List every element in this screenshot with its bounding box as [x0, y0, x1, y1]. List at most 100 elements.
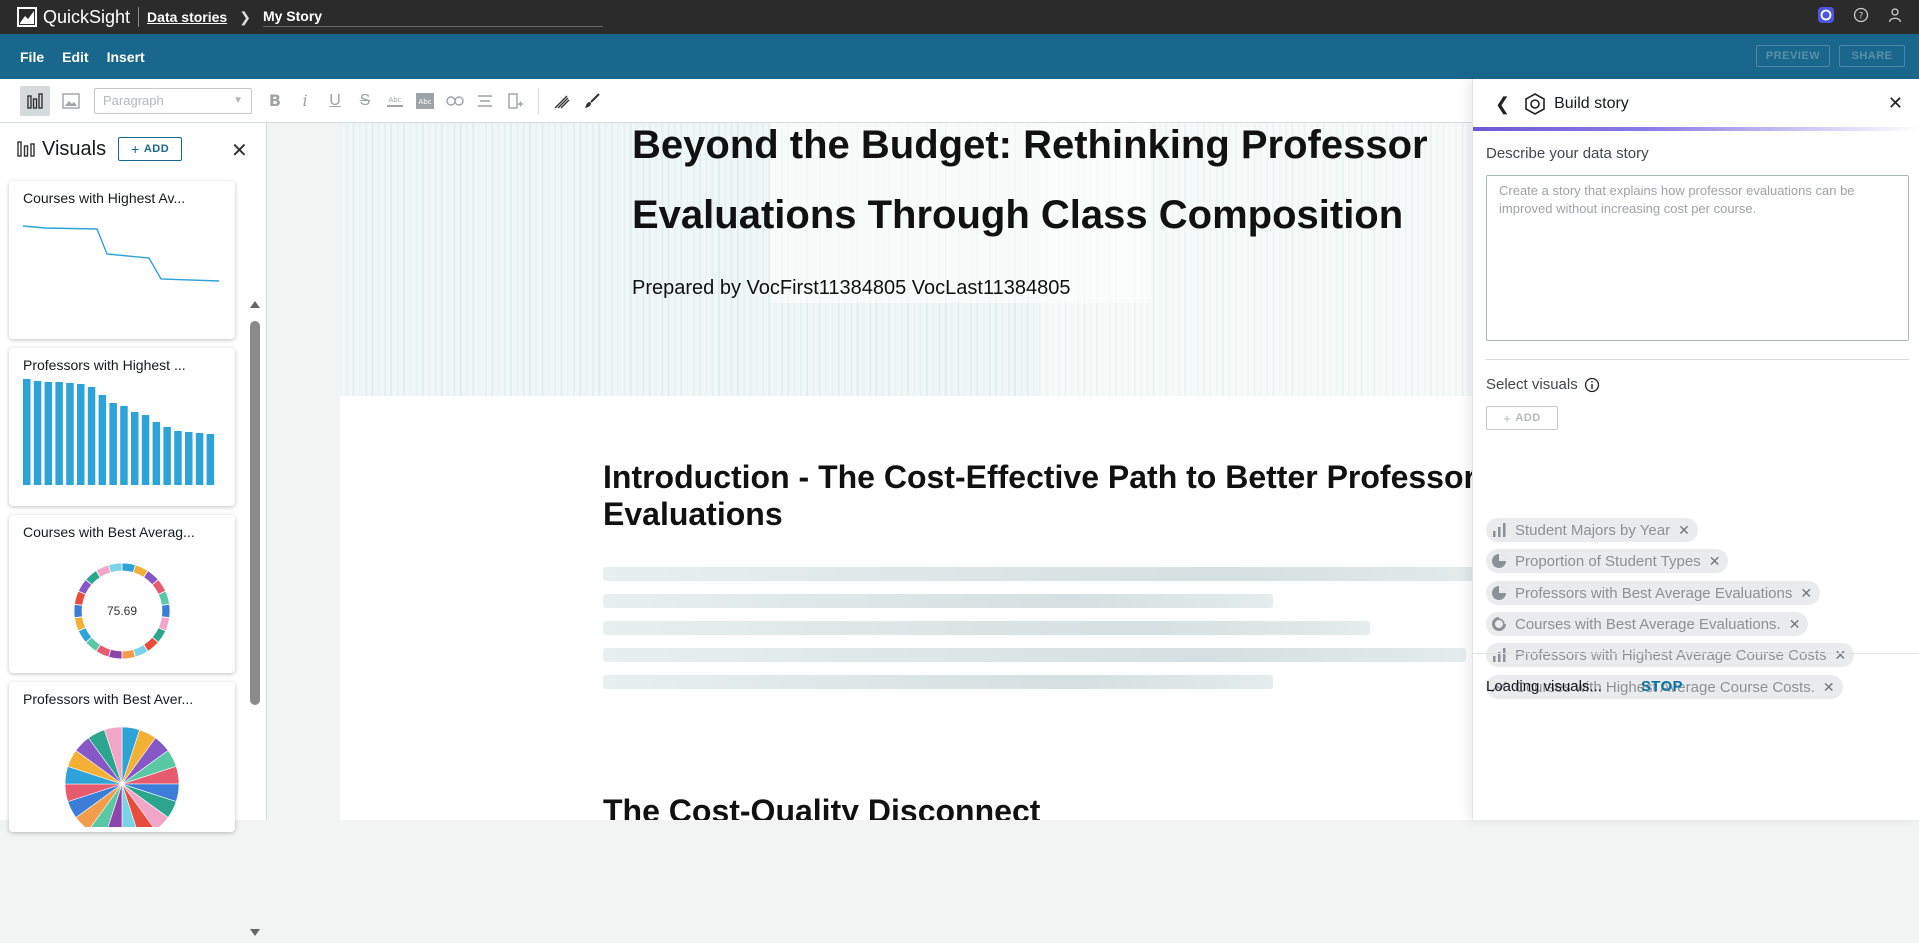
selected-visual-chip[interactable]: Professors with Highest Average Course C… — [1486, 643, 1855, 667]
underline-button[interactable]: U — [320, 86, 350, 116]
selected-visual-chip[interactable]: Professors with Best Average Evaluations… — [1486, 581, 1821, 605]
help-icon[interactable]: ? — [1853, 7, 1869, 23]
remove-chip-icon[interactable]: ✕ — [1789, 616, 1801, 633]
link-button[interactable] — [440, 86, 470, 116]
hero-stripe — [466, 123, 468, 396]
bar-chart-thumbnail — [23, 379, 215, 485]
hero-stripe — [428, 123, 431, 396]
visual-card-title: Courses with Best Averag... — [23, 524, 195, 540]
add-visuals-button[interactable]: + ADD — [1486, 406, 1558, 430]
menu-insert[interactable]: Insert — [107, 49, 145, 65]
visuals-panel: Visuals + ADD ✕ Courses with Highest Av..… — [0, 123, 267, 936]
insert-block-button[interactable] — [500, 86, 530, 116]
remove-chip-icon[interactable]: ✕ — [1709, 553, 1721, 570]
visuals-scrollbar[interactable] — [248, 299, 262, 943]
visual-card[interactable]: Courses with Highest Av... — [9, 181, 235, 339]
breadcrumb-data-stories-link[interactable]: Data stories — [147, 9, 227, 25]
theme-brush-button[interactable] — [577, 86, 607, 116]
align-button[interactable] — [470, 86, 500, 116]
hero-stripe — [491, 123, 494, 396]
close-icon[interactable]: ✕ — [1888, 93, 1903, 114]
remove-chip-icon[interactable]: ✕ — [1678, 522, 1690, 539]
quicksight-logo[interactable]: QuickSight — [17, 7, 130, 28]
remove-chip-icon[interactable]: ✕ — [1823, 679, 1835, 696]
section-heading-cost-quality[interactable]: The Cost-Quality Disconnect — [603, 793, 1040, 820]
hero-stripe — [434, 123, 437, 396]
section-heading-intro-line-1[interactable]: Introduction - The Cost-Effective Path t… — [603, 459, 1472, 496]
remove-chip-icon[interactable]: ✕ — [1800, 585, 1812, 602]
bar — [141, 415, 150, 485]
bar-chart-icon — [1493, 523, 1506, 537]
text-color-button[interactable]: Abc — [380, 86, 410, 116]
describe-label: Describe your data story — [1486, 145, 1649, 162]
stop-button[interactable]: STOP — [1641, 678, 1683, 695]
bar — [44, 382, 53, 485]
visual-card[interactable]: Courses with Best Averag... 75.69 — [9, 515, 235, 673]
bar-chart-icon — [1493, 648, 1506, 662]
donut-segment — [73, 603, 83, 619]
loading-placeholder — [603, 621, 1370, 635]
hero-stripe — [396, 123, 399, 396]
story-title-line-2[interactable]: Evaluations Through Class Composition — [632, 193, 1403, 238]
selected-visual-chip[interactable]: Proportion of Student Types ✕ — [1486, 549, 1729, 573]
line-chart-thumbnail — [22, 225, 220, 282]
selected-visual-chip[interactable]: Student Majors by Year ✕ — [1486, 518, 1698, 542]
hero-stripe — [560, 123, 563, 396]
app-name: QuickSight — [43, 6, 131, 27]
visuals-panel-toggle[interactable] — [20, 85, 50, 116]
menu-file[interactable]: File — [20, 49, 44, 65]
scrollbar-track — [250, 301, 260, 936]
caret-down-icon: ▼ — [233, 95, 243, 106]
story-name-field[interactable]: My Story — [262, 8, 603, 27]
svg-text:Abc: Abc — [418, 98, 431, 106]
bar-chart-icon — [27, 92, 43, 109]
back-chevron-icon[interactable]: ❮ — [1495, 94, 1510, 115]
top-bar: QuickSight Data stories ❯ My Story ? — [0, 0, 1919, 34]
chart-style-button[interactable] — [547, 86, 577, 116]
hero-stripe — [472, 123, 475, 396]
strikethrough-button[interactable]: S — [350, 86, 380, 116]
section-heading-intro-line-2[interactable]: Evaluations — [603, 496, 783, 533]
describe-story-textarea[interactable]: Create a story that explains how profess… — [1486, 175, 1909, 341]
prepared-by[interactable]: Prepared by VocFirst11384805 VocLast1138… — [632, 277, 1070, 300]
bold-button[interactable]: B — [260, 86, 290, 116]
selected-visual-chip[interactable]: Courses with Best Average Evaluations. ✕ — [1486, 612, 1809, 636]
align-icon — [478, 94, 492, 107]
image-panel-toggle[interactable] — [56, 86, 86, 116]
q-assistant-icon[interactable] — [1817, 6, 1835, 24]
toolbar-divider — [538, 87, 539, 114]
scroll-down-arrow — [250, 929, 260, 936]
donut-center-value: 75.69 — [107, 604, 137, 618]
hero-stripe — [554, 123, 557, 396]
hero-stripe — [421, 123, 424, 396]
hero-stripe — [447, 123, 450, 396]
hero-stripe — [403, 123, 405, 396]
user-icon[interactable] — [1887, 7, 1903, 23]
menu-edit[interactable]: Edit — [62, 49, 88, 65]
visual-card[interactable]: Professors with Highest ... — [9, 348, 235, 506]
paragraph-style-select[interactable]: Paragraph ▼ — [94, 87, 252, 114]
bar — [195, 433, 204, 485]
hero-stripe — [510, 123, 513, 396]
hero-stripe — [547, 123, 550, 396]
story-title-line-1[interactable]: Beyond the Budget: Rethinking Professor — [632, 123, 1428, 168]
hero-stripe — [535, 123, 538, 396]
hero-stripe — [541, 123, 544, 396]
paint-brush-icon — [585, 92, 600, 108]
preview-button[interactable]: PREVIEW — [1756, 45, 1830, 67]
info-icon[interactable] — [1584, 377, 1600, 393]
visual-card[interactable]: Professors with Best Aver... — [9, 682, 235, 832]
plus-icon: + — [1503, 410, 1512, 426]
hero-stripe — [522, 123, 525, 396]
remove-chip-icon[interactable]: ✕ — [1835, 647, 1847, 664]
close-icon[interactable]: ✕ — [231, 138, 248, 163]
bar — [174, 431, 182, 485]
donut-segment — [157, 590, 170, 606]
bar — [163, 427, 171, 485]
add-visual-button[interactable]: + ADD — [118, 137, 183, 161]
italic-button[interactable]: i — [290, 86, 320, 116]
chevron-right-icon: ❯ — [239, 8, 251, 25]
share-button[interactable]: SHARE — [1839, 45, 1905, 67]
highlight-button[interactable]: Abc — [410, 86, 440, 116]
hero-stripe — [585, 123, 588, 396]
